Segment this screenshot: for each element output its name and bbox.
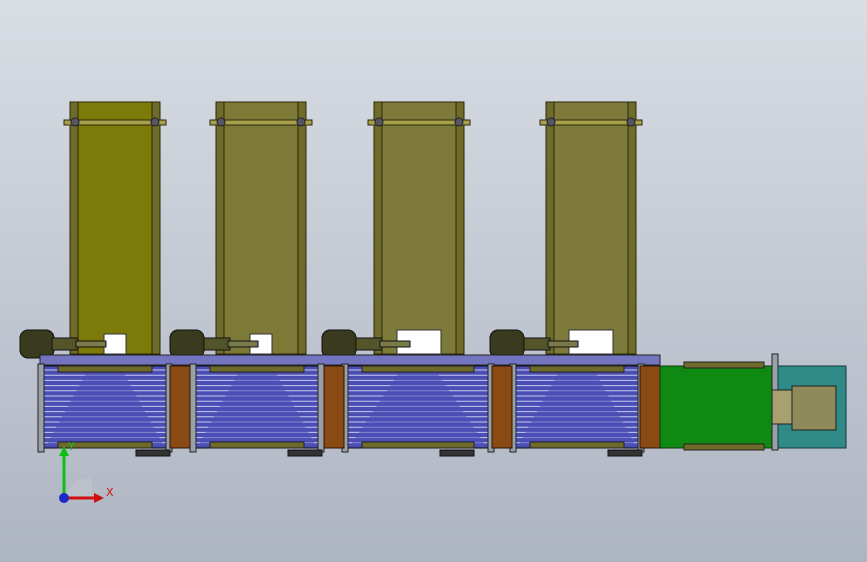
- hopper-2: [169, 101, 313, 359]
- exit-conveyor: [659, 353, 779, 451]
- hopper-panel: [217, 101, 305, 355]
- hopper-post-left: [215, 101, 225, 355]
- conveyor-assembly-model[interactable]: [0, 0, 867, 562]
- motor-coupling: [51, 337, 79, 351]
- drive-shaft: [75, 340, 107, 348]
- exit-top-bar: [683, 361, 765, 369]
- motor: [321, 329, 357, 359]
- bay-top-bar: [529, 365, 625, 373]
- x-axis-label: X: [106, 486, 114, 499]
- hopper-bolt: [454, 117, 464, 127]
- housing-flange: [791, 385, 837, 431]
- y-axis-label: Y: [67, 440, 75, 453]
- exit-housing: [771, 365, 847, 449]
- bay-roller-left: [37, 363, 45, 453]
- divider-1: [169, 365, 191, 449]
- hopper-bolt: [296, 117, 306, 127]
- bay-roller-right: [317, 363, 325, 453]
- motor: [19, 329, 55, 359]
- exit-bottom-bar: [683, 443, 765, 451]
- hopper-4: [489, 101, 643, 359]
- x-axis-arrow: [94, 493, 104, 503]
- belt-bay-3: [341, 363, 495, 457]
- hopper-panel: [547, 101, 635, 355]
- bay-top-bar: [57, 365, 153, 373]
- hopper-bolt: [626, 117, 636, 127]
- hopper-bolt: [70, 117, 80, 127]
- exit-belt: [659, 365, 779, 449]
- drive-shaft: [227, 340, 259, 348]
- drive-shaft: [379, 340, 411, 348]
- motor: [489, 329, 525, 359]
- bay-foot: [439, 449, 475, 457]
- bay-foot: [135, 449, 171, 457]
- bay-bottom-bar: [361, 441, 475, 449]
- hopper-bolt: [546, 117, 556, 127]
- divider-2: [323, 365, 345, 449]
- housing-chute: [771, 389, 793, 425]
- bay-top-bar: [361, 365, 475, 373]
- bay-bottom-bar: [209, 441, 305, 449]
- hopper-outlet: [103, 333, 127, 355]
- graphics-viewport[interactable]: X Y: [0, 0, 867, 562]
- motor-coupling: [355, 337, 383, 351]
- hopper-panel: [71, 101, 159, 355]
- hopper-post-right: [297, 101, 307, 355]
- belt-bay-2: [189, 363, 325, 457]
- hopper-bolt: [150, 117, 160, 127]
- motor-coupling: [203, 337, 231, 351]
- belt-bay-4: [509, 363, 645, 457]
- coordinate-triad[interactable]: X Y: [48, 440, 118, 510]
- hopper-post-right: [455, 101, 465, 355]
- hopper-post-right: [151, 101, 161, 355]
- bay-bottom-bar: [529, 441, 625, 449]
- hopper-bolt: [216, 117, 226, 127]
- bay-roller-left: [189, 363, 197, 453]
- triad-rotation-arc: [64, 477, 92, 498]
- hopper-panel: [375, 101, 463, 355]
- motor-coupling: [523, 337, 551, 351]
- base-rail: [39, 354, 661, 366]
- hopper-1: [19, 101, 167, 359]
- z-axis-dot: [59, 493, 69, 503]
- bay-top-bar: [209, 365, 305, 373]
- divider-4: [639, 365, 661, 449]
- hopper-3: [321, 101, 471, 359]
- hopper-post-left: [69, 101, 79, 355]
- motor: [169, 329, 205, 359]
- drive-shaft: [547, 340, 579, 348]
- hopper-post-right: [627, 101, 637, 355]
- bay-foot: [607, 449, 643, 457]
- divider-3: [491, 365, 513, 449]
- hopper-post-left: [545, 101, 555, 355]
- hopper-post-left: [373, 101, 383, 355]
- bay-foot: [287, 449, 323, 457]
- hopper-bolt: [374, 117, 384, 127]
